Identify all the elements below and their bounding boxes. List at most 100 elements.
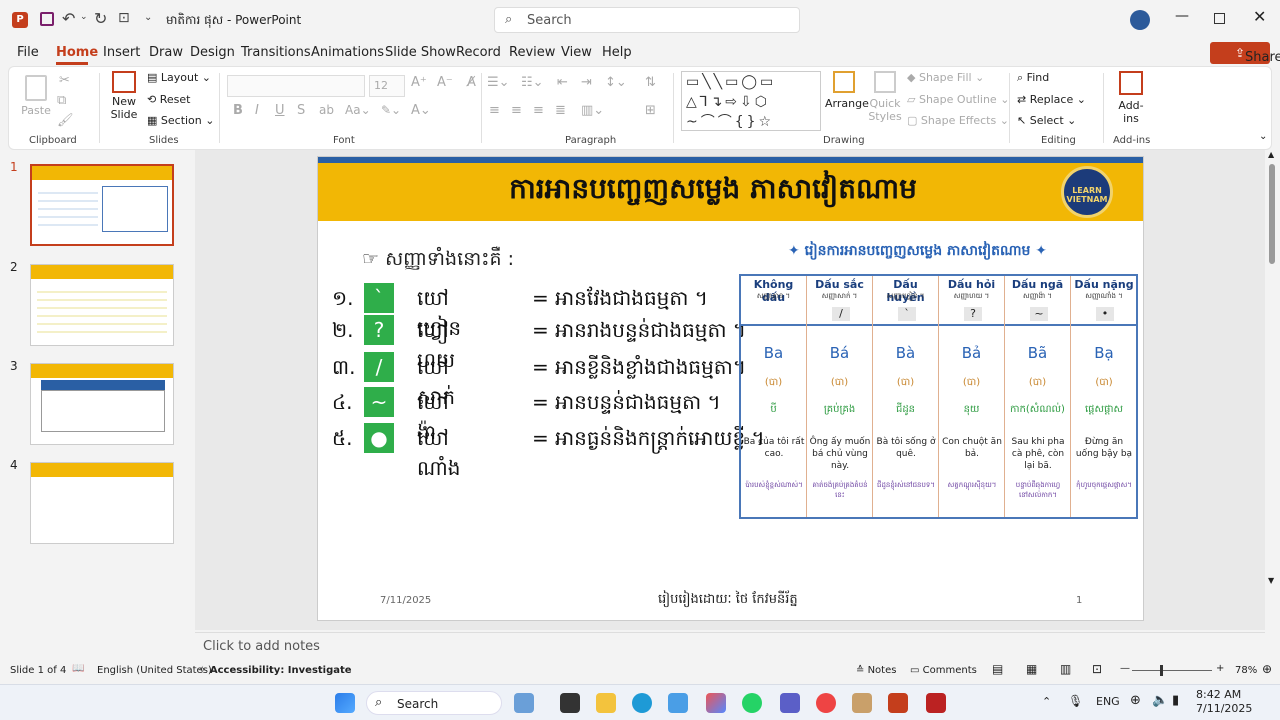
shape-effects-button[interactable]: ▢ Shape Effects ⌄ (907, 114, 1009, 127)
powerpoint-taskbar-icon[interactable] (888, 693, 908, 713)
app-icon[interactable] (852, 693, 872, 713)
numbering-icon[interactable]: ☷⌄ (521, 75, 544, 90)
tab-view[interactable]: View (561, 45, 592, 60)
task-view-icon[interactable] (560, 693, 580, 713)
font-size-box[interactable]: 12 (369, 75, 405, 97)
language-status[interactable]: English (United States) (97, 665, 212, 676)
scroll-down-icon[interactable]: ▼ (1268, 576, 1274, 585)
reset-button[interactable]: ⟲ Reset (147, 93, 190, 106)
section-button[interactable]: ▦ Section ⌄ (147, 114, 214, 127)
file-explorer-icon[interactable] (596, 693, 616, 713)
edge-icon[interactable] (632, 693, 652, 713)
tray-chevron-icon[interactable]: ⌃ (1042, 695, 1051, 708)
layout-button[interactable]: ▤ Layout ⌄ (147, 71, 211, 84)
snipping-tool-icon[interactable] (668, 693, 688, 713)
align-center-icon[interactable]: ≡ (511, 103, 522, 118)
copilot-icon[interactable] (706, 693, 726, 713)
zoom-level[interactable]: 78% (1235, 665, 1257, 676)
char-spacing-icon[interactable]: ab (319, 103, 334, 117)
find-button[interactable]: ⌕ Find (1017, 71, 1049, 85)
tab-draw[interactable]: Draw (149, 45, 183, 60)
taskbar-search[interactable]: ⌕ Search (366, 691, 502, 715)
clock-date[interactable]: 7/11/2025 (1196, 702, 1252, 715)
customize-qat-icon[interactable]: ⌄ (144, 12, 152, 23)
reading-view-icon[interactable]: ▥ (1060, 662, 1071, 676)
tab-transitions[interactable]: Transitions (241, 45, 311, 60)
font-color-icon[interactable]: A⌄ (411, 103, 431, 118)
select-button[interactable]: ↖ Select ⌄ (1017, 114, 1076, 127)
bold-icon[interactable]: B (233, 103, 243, 118)
tab-help[interactable]: Help (602, 45, 632, 60)
italic-icon[interactable]: I (255, 103, 259, 118)
highlight-icon[interactable]: ✎⌄ (381, 103, 401, 117)
shape-fill-button[interactable]: ◆ Shape Fill ⌄ (907, 71, 984, 84)
slide-thumbnail-4[interactable] (30, 462, 174, 544)
quick-styles-button[interactable]: Quick Styles (867, 71, 903, 123)
avatar[interactable] (1130, 10, 1150, 30)
cut-icon[interactable]: ✂ (59, 73, 70, 88)
input-language[interactable]: ENG (1096, 695, 1120, 708)
zoom-in-icon[interactable]: + (1216, 663, 1224, 674)
tab-home[interactable]: Home (56, 45, 98, 60)
shapes-gallery[interactable]: ▭╲╲▭◯▭ △⅂↴⇨⇩⬡ ~⌒⌒{}☆ (681, 71, 821, 131)
tab-slide-show[interactable]: Slide Show (385, 45, 456, 60)
battery-icon[interactable]: ▮ (1172, 693, 1179, 708)
scroll-up-icon[interactable]: ▲ (1268, 150, 1274, 159)
collapse-ribbon-icon[interactable]: ⌄ (1259, 131, 1267, 142)
tab-insert[interactable]: Insert (103, 45, 140, 60)
clock-time[interactable]: 8:42 AM (1196, 688, 1241, 701)
tab-review[interactable]: Review (509, 45, 555, 60)
spellcheck-icon[interactable]: 📖 (72, 663, 84, 674)
replace-button[interactable]: ⇄ Replace ⌄ (1017, 93, 1086, 106)
zoom-out-icon[interactable]: — (1120, 663, 1130, 674)
normal-view-icon[interactable]: ▤ (992, 662, 1003, 676)
save-icon[interactable] (40, 12, 54, 26)
tab-file[interactable]: File (17, 45, 39, 60)
widgets-icon[interactable] (514, 693, 534, 713)
paste-button[interactable]: Paste (21, 75, 51, 117)
strikethrough-icon[interactable]: S (297, 103, 305, 118)
line-spacing-icon[interactable]: ↕⌄ (605, 75, 627, 90)
increase-indent-icon[interactable]: ⇥ (581, 75, 592, 90)
format-painter-icon[interactable]: 🖌 (57, 113, 74, 128)
search-box[interactable]: ⌕ Search (494, 7, 800, 33)
font-name-box[interactable] (227, 75, 365, 97)
undo-dropdown-icon[interactable]: ⌄ (80, 12, 88, 22)
slideshow-view-icon[interactable]: ⊡ (1092, 662, 1102, 676)
tab-animations[interactable]: Animations (311, 45, 384, 60)
undo-icon[interactable]: ↶ (62, 9, 75, 28)
scrollbar-thumb[interactable] (1269, 164, 1275, 264)
fit-slide-icon[interactable]: ⊕ (1262, 662, 1272, 676)
microphone-icon[interactable]: 🎙 (1068, 694, 1083, 708)
slide-thumbnail-2[interactable] (30, 264, 174, 346)
whatsapp-icon[interactable] (742, 693, 762, 713)
redo-icon[interactable]: ↻ (94, 9, 107, 28)
tab-record[interactable]: Record (456, 45, 501, 60)
new-slide-button[interactable]: New Slide (107, 71, 141, 121)
slide-thumbnail-1[interactable] (30, 164, 174, 246)
accessibility-status[interactable]: ✧ Accessibility: Investigate (198, 665, 352, 676)
network-icon[interactable]: ⊕ (1130, 693, 1141, 708)
tab-design[interactable]: Design (190, 45, 235, 60)
change-case-icon[interactable]: Aa⌄ (345, 103, 371, 117)
underline-icon[interactable]: U (275, 103, 285, 118)
bullets-icon[interactable]: ☰⌄ (487, 75, 510, 90)
arrange-button[interactable]: Arrange (825, 71, 869, 110)
copy-icon[interactable]: ⧉ (57, 93, 66, 108)
slide[interactable]: ការអានបញ្ចេញសម្លេង ភាសាវៀតណាម LEARN VIET… (317, 156, 1144, 621)
slide-thumbnail-3[interactable] (30, 363, 174, 445)
close-icon[interactable]: ✕ (1253, 7, 1266, 26)
tone-table[interactable]: Không dấu សញ្ញាគ្មាន ។ Ba (បា) បី Ba của tô… (739, 274, 1138, 519)
notes-button[interactable]: ≙ Notes (856, 665, 896, 676)
decrease-indent-icon[interactable]: ⇤ (557, 75, 568, 90)
present-icon[interactable]: ⊡ (118, 10, 130, 26)
grow-font-icon[interactable]: A⁺ (411, 75, 427, 90)
smartart-icon[interactable]: ⊞ (645, 103, 656, 118)
comments-button[interactable]: ▭ Comments (910, 665, 977, 676)
zoom-slider-thumb[interactable] (1160, 665, 1163, 676)
minimize-icon[interactable]: — (1175, 8, 1189, 24)
align-left-icon[interactable]: ≡ (489, 103, 500, 118)
volume-icon[interactable]: 🔈 (1152, 693, 1168, 708)
slide-sorter-icon[interactable]: ▦ (1026, 662, 1037, 676)
pdf-icon[interactable] (926, 693, 946, 713)
